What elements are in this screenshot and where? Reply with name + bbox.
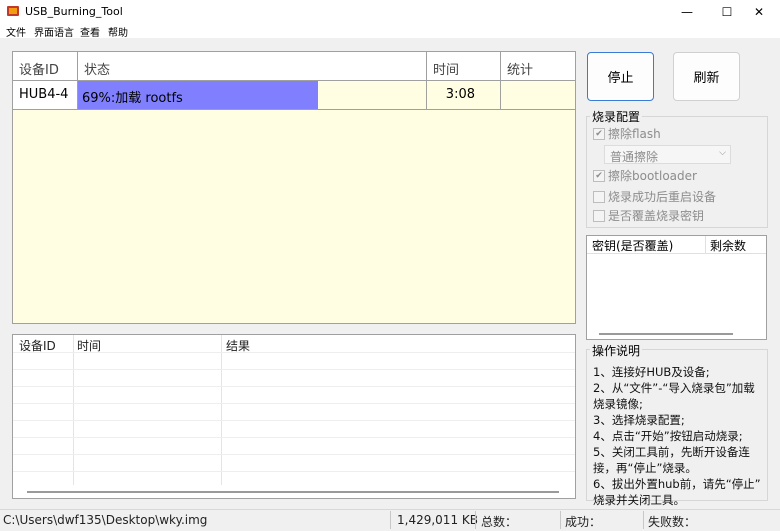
- row-divider: [13, 386, 575, 387]
- erase-flash-checkbox[interactable]: ✔ 擦除flash: [593, 125, 661, 142]
- instruction-line: 1、连接好HUB及设备;: [593, 365, 710, 379]
- erase-mode-value: 普通擦除: [610, 150, 659, 164]
- key-header-key[interactable]: 密钥(是否覆盖): [592, 237, 673, 254]
- checkbox-box: [593, 209, 605, 222]
- status-divider: [560, 511, 561, 529]
- key-table[interactable]: 密钥(是否覆盖) 剩余数: [586, 235, 767, 340]
- row-status-cell[interactable]: 69%:加载 rootfs: [78, 81, 427, 110]
- menu-language[interactable]: 界面语言: [34, 24, 74, 39]
- reboot-after-label: 烧录成功后重启设备: [608, 190, 717, 204]
- instructions-text: 1、连接好HUB及设备; 2、从“文件”-“导入烧录包”加载 烧录镜像; 3、选…: [593, 364, 769, 508]
- overwrite-key-label: 是否覆盖烧录密钥: [608, 209, 705, 223]
- menu-view[interactable]: 查看: [80, 24, 100, 39]
- column-divider: [221, 335, 222, 485]
- row-divider: [13, 420, 575, 421]
- chevron-down-icon: ⌵: [719, 148, 726, 158]
- col-header-time[interactable]: 时间: [427, 52, 501, 81]
- burn-config-title: 烧录配置: [590, 108, 643, 125]
- menu-help[interactable]: 帮助: [108, 24, 128, 39]
- instruction-line: 3、选择烧录配置;: [593, 413, 685, 427]
- erase-bootloader-label: 擦除bootloader: [608, 169, 697, 183]
- horizontal-scrollbar[interactable]: [599, 333, 733, 335]
- instruction-line: 2、从“文件”-“导入烧录包”加载: [593, 381, 755, 395]
- instruction-line: 4、点击“开始”按钮启动烧录;: [593, 429, 743, 443]
- row-divider: [13, 454, 575, 455]
- status-success: 成功：: [565, 515, 602, 529]
- row-divider: [13, 437, 575, 438]
- stop-button[interactable]: 停止: [587, 52, 654, 101]
- instruction-line: 烧录镜像;: [593, 397, 643, 411]
- horizontal-scrollbar[interactable]: [27, 491, 559, 493]
- status-divider: [475, 511, 476, 529]
- status-file-path: C:\Users\dwf135\Desktop\wky.img: [3, 513, 208, 527]
- row-divider: [13, 471, 575, 472]
- instructions-title: 操作说明: [590, 342, 643, 359]
- col-header-device-id[interactable]: 设备ID: [13, 52, 78, 81]
- close-button[interactable]: ✕: [736, 0, 780, 23]
- result-list[interactable]: 设备ID 时间 结果: [12, 334, 576, 499]
- instruction-line: 接，再“停止”烧录。: [593, 461, 697, 475]
- refresh-button[interactable]: 刷新: [673, 52, 740, 101]
- row-divider: [13, 403, 575, 404]
- instruction-line: 6、拔出外置hub前，请先“停止”: [593, 477, 761, 491]
- check-icon: ✔: [593, 127, 605, 140]
- reboot-after-checkbox[interactable]: 烧录成功后重启设备: [593, 188, 716, 205]
- status-failed: 失败数：: [648, 515, 697, 529]
- status-total: 总数：: [481, 515, 518, 529]
- row-time[interactable]: 3:08: [427, 81, 501, 110]
- instruction-line: 5、关闭工具前，先断开设备连: [593, 445, 750, 459]
- key-header-remaining[interactable]: 剩余数: [710, 237, 746, 254]
- col-header-stats[interactable]: 统计: [501, 52, 575, 81]
- status-divider: [643, 511, 644, 529]
- row-divider: [13, 352, 575, 353]
- erase-mode-select[interactable]: 普通擦除 ⌵: [604, 145, 731, 164]
- erase-bootloader-checkbox[interactable]: ✔ 擦除bootloader: [593, 167, 697, 184]
- checkbox-box: [593, 190, 605, 203]
- menu-file[interactable]: 文件: [6, 24, 26, 39]
- app-icon: [7, 6, 19, 16]
- instruction-line: 烧录并关闭工具。: [593, 493, 685, 507]
- device-grid[interactable]: 设备ID 状态 时间 统计 HUB4-4 69%:加载 rootfs 3:08: [12, 51, 576, 324]
- row-stats[interactable]: [501, 81, 575, 110]
- row-device-id[interactable]: HUB4-4: [13, 81, 78, 110]
- column-divider: [705, 236, 706, 254]
- column-divider: [73, 335, 74, 485]
- row-status-text: 69%:加载 rootfs: [82, 91, 183, 106]
- erase-flash-label: 擦除flash: [608, 127, 661, 141]
- row-divider: [13, 369, 575, 370]
- check-icon: ✔: [593, 169, 605, 182]
- status-divider: [390, 511, 391, 529]
- col-header-status[interactable]: 状态: [78, 52, 427, 81]
- overwrite-key-checkbox[interactable]: 是否覆盖烧录密钥: [593, 207, 704, 224]
- window-title: USB_Burning_Tool: [25, 5, 123, 18]
- status-file-size: 1,429,011 KB: [397, 513, 478, 527]
